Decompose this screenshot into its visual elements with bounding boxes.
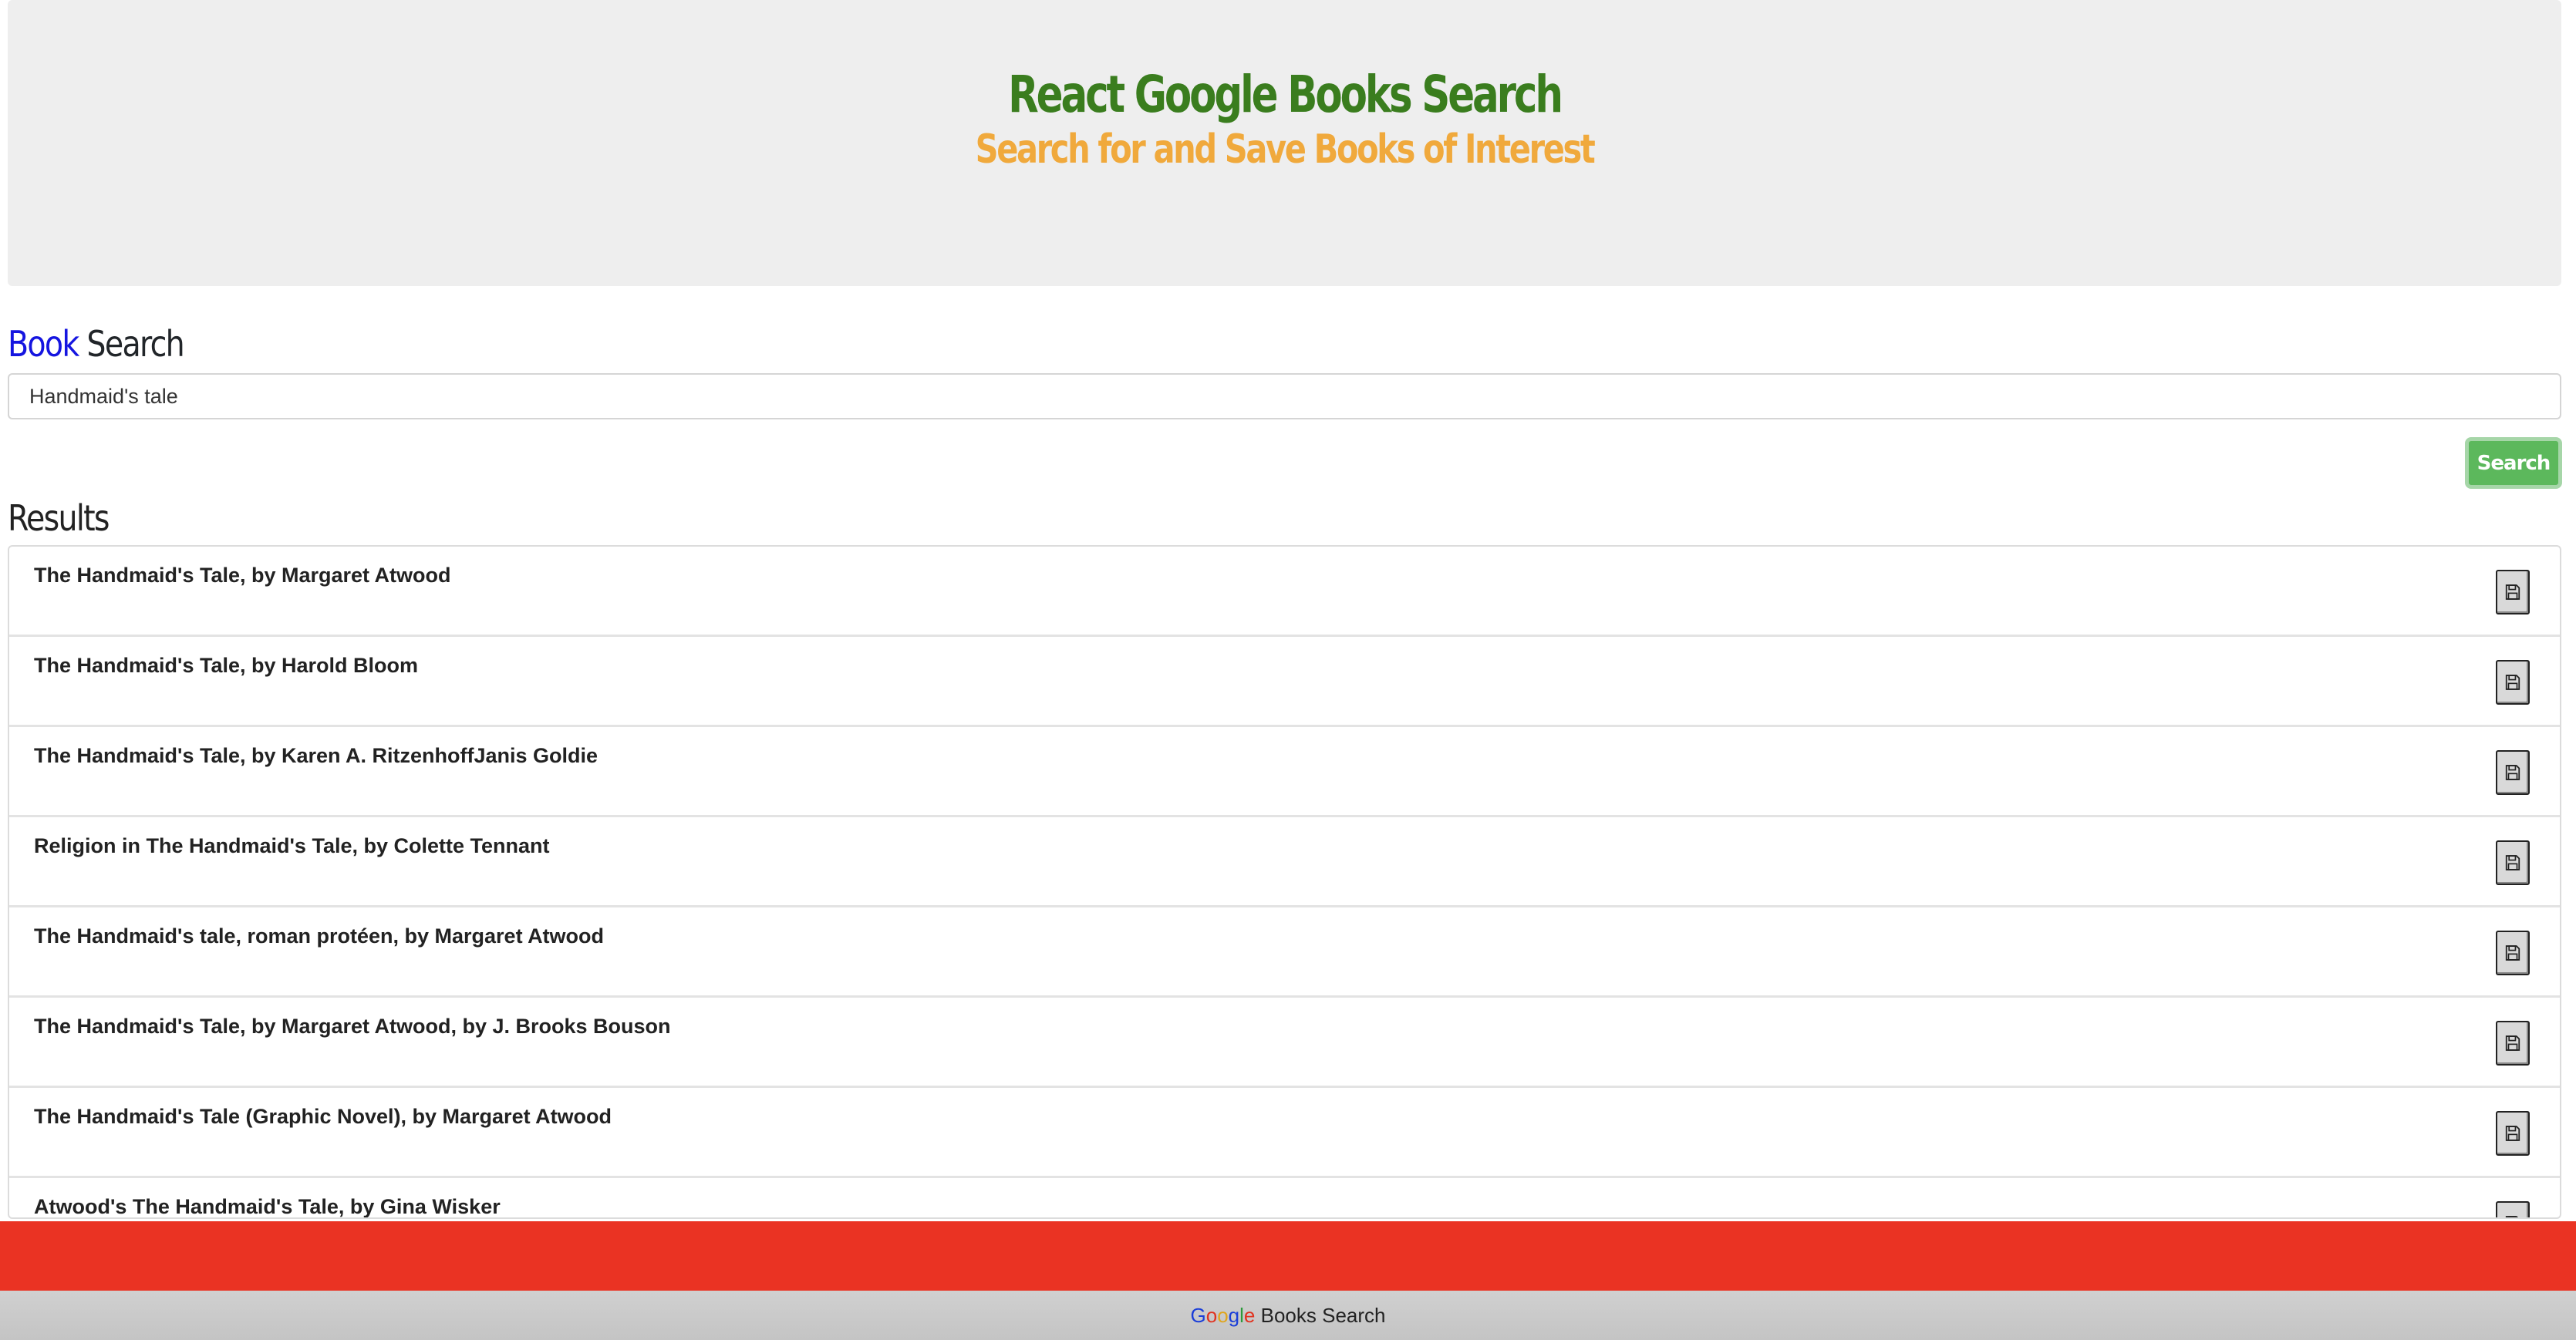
floppy-disk-icon <box>2505 584 2520 600</box>
save-book-button[interactable] <box>2496 570 2530 614</box>
save-book-button[interactable] <box>2496 750 2530 795</box>
footer: Google Books Search <box>0 1291 2576 1340</box>
result-row: Religion in The Handmaid's Tale, by Cole… <box>9 817 2560 907</box>
result-title: Religion in The Handmaid's Tale, by Cole… <box>34 834 550 857</box>
result-row: The Handmaid's Tale (Graphic Novel), by … <box>9 1088 2560 1178</box>
result-row: The Handmaid's tale, roman protéen, by M… <box>9 907 2560 998</box>
result-title: The Handmaid's Tale, by Harold Bloom <box>34 654 418 677</box>
save-book-button[interactable] <box>2496 840 2530 885</box>
search-input[interactable] <box>8 373 2561 419</box>
result-title: Atwood's The Handmaid's Tale, by Gina Wi… <box>34 1195 501 1218</box>
result-title: The Handmaid's tale, roman protéen, by M… <box>34 924 605 948</box>
results-heading: Results <box>8 497 110 539</box>
red-bar <box>0 1221 2576 1291</box>
floppy-disk-icon <box>2505 1216 2519 1217</box>
result-row: The Handmaid's Tale, by Karen A. Ritzenh… <box>9 727 2560 817</box>
google-logo-text: Google <box>1190 1304 1256 1327</box>
page-subtitle: Search for and Save Books of Interest <box>975 126 1596 173</box>
floppy-disk-icon <box>2505 765 2520 780</box>
save-book-button[interactable] <box>2496 660 2530 705</box>
results-list[interactable]: The Handmaid's Tale, by Margaret Atwood T… <box>8 545 2561 1219</box>
result-title: The Handmaid's Tale, by Margaret Atwood,… <box>34 1015 671 1038</box>
floppy-disk-icon <box>2505 675 2520 690</box>
floppy-disk-icon <box>2505 1035 2520 1051</box>
save-book-button[interactable] <box>2496 1111 2530 1156</box>
floppy-disk-icon <box>2505 945 2520 961</box>
search-button[interactable]: Search <box>2465 437 2562 489</box>
header-jumbotron: React Google Books Search Search for and… <box>8 0 2561 286</box>
save-book-button[interactable] <box>2496 931 2530 975</box>
book-word: Book <box>8 323 79 365</box>
result-title: The Handmaid's Tale (Graphic Novel), by … <box>34 1105 612 1128</box>
save-book-button[interactable] <box>2496 1021 2530 1066</box>
result-row: The Handmaid's Tale, by Harold Bloom <box>9 637 2560 727</box>
footer-label: Books Search <box>1255 1304 1386 1327</box>
floppy-disk-icon <box>2505 855 2520 870</box>
floppy-disk-icon <box>2505 1126 2520 1141</box>
save-book-button[interactable] <box>2496 1201 2530 1217</box>
result-title: The Handmaid's Tale, by Margaret Atwood <box>34 564 451 587</box>
result-row: Atwood's The Handmaid's Tale, by Gina Wi… <box>9 1178 2560 1218</box>
search-word: Search <box>86 323 184 365</box>
result-row: The Handmaid's Tale, by Margaret Atwood,… <box>9 998 2560 1088</box>
book-search-heading: Book Search <box>8 319 185 369</box>
result-row: The Handmaid's Tale, by Margaret Atwood <box>9 547 2560 637</box>
result-title: The Handmaid's Tale, by Karen A. Ritzenh… <box>34 744 598 767</box>
